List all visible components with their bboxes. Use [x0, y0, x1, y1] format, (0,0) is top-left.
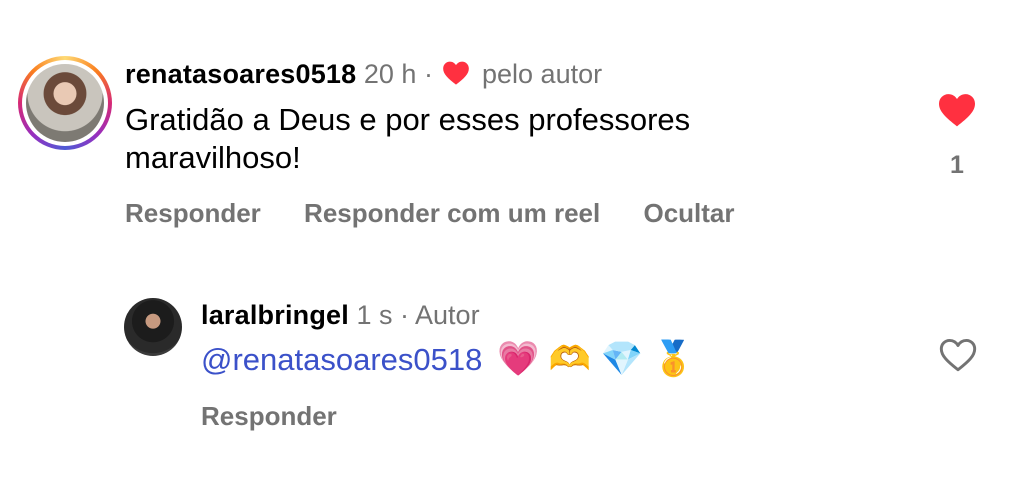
separator: ·: [423, 59, 433, 89]
mention-link[interactable]: @renatasoares0518: [201, 342, 482, 377]
timestamp: 1 s: [356, 300, 393, 330]
comment-actions: Responder: [201, 401, 373, 432]
comment-text-line: maravilhoso!: [125, 140, 301, 175]
author-badge: Autor: [415, 300, 480, 330]
like-column: [936, 337, 980, 378]
like-column: 1: [932, 92, 982, 180]
reply-with-reel-button[interactable]: Responder com um reel: [304, 198, 600, 228]
separator: ·: [400, 300, 410, 330]
heart-outline-icon[interactable]: [938, 337, 978, 373]
reply-button[interactable]: Responder: [125, 198, 261, 228]
like-count: 1: [950, 151, 964, 179]
heart-filled-icon[interactable]: [937, 92, 977, 128]
liked-by-author-label: pelo autor: [482, 59, 603, 89]
avatar[interactable]: [18, 56, 112, 150]
timestamp: 20 h: [363, 59, 417, 89]
avatar[interactable]: [124, 298, 182, 356]
hide-button[interactable]: Ocultar: [643, 198, 734, 228]
liked-by-author-heart-icon: [443, 61, 470, 85]
comment-actions: Responder Responder com um reel Ocultar: [125, 198, 771, 229]
comment-text-line: Gratidão a Deus e por esses professores: [125, 102, 691, 137]
comment-text: @renatasoares0518 💗 🫶 💎 🥇: [201, 340, 695, 379]
comment-text: Gratidão a Deus e por esses professores …: [125, 101, 690, 177]
reply-button[interactable]: Responder: [201, 401, 337, 431]
comment-header: renatasoares0518 20 h · pelo autor: [125, 57, 602, 91]
username[interactable]: renatasoares0518: [125, 59, 356, 89]
username[interactable]: laralbringel: [201, 300, 349, 330]
comment-header: laralbringel 1 s · Autor: [201, 298, 480, 332]
emoji-text: 💗 🫶 💎 🥇: [497, 340, 695, 378]
